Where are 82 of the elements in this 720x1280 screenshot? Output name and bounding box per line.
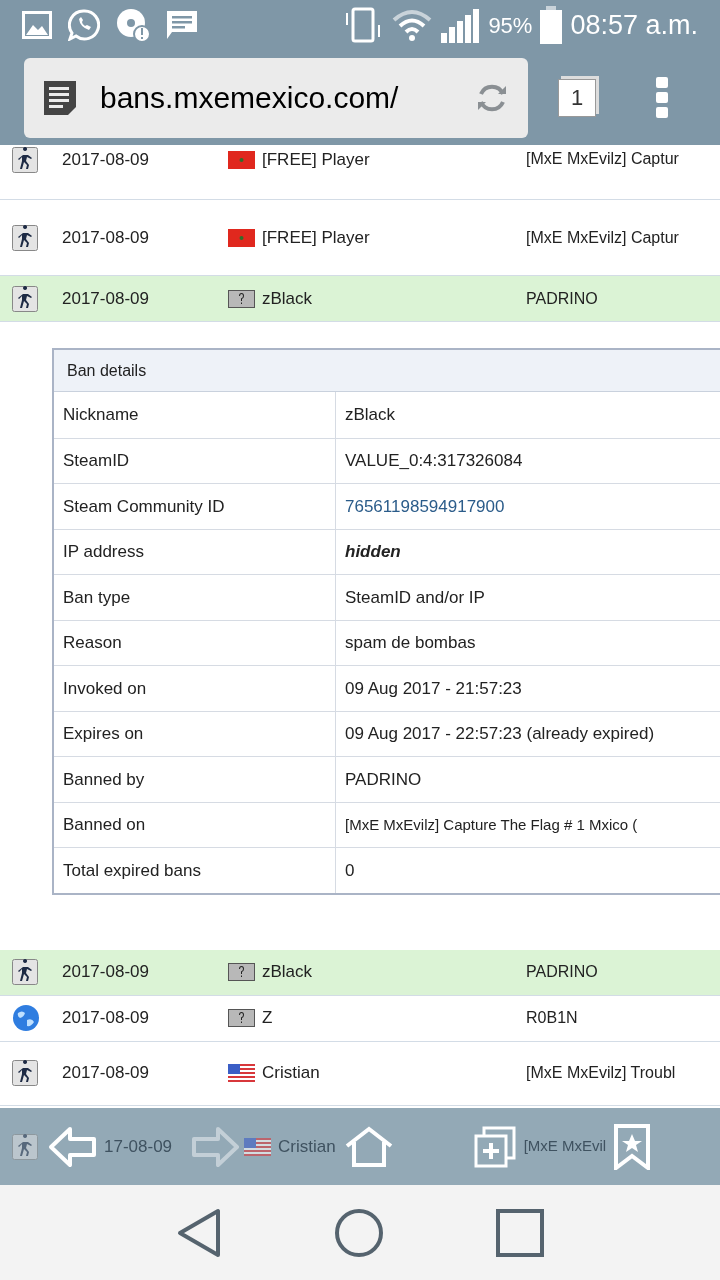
detail-value: hidden bbox=[345, 541, 401, 563]
unknown-flag-icon bbox=[228, 1009, 255, 1027]
admin-name: PADRINO bbox=[526, 962, 598, 982]
detail-label: Banned by bbox=[63, 768, 145, 791]
detail-label: Reason bbox=[63, 632, 122, 654]
signal-icon bbox=[440, 7, 481, 43]
tab-count-button[interactable]: 1 bbox=[558, 78, 596, 117]
battery-icon bbox=[540, 6, 563, 44]
detail-label: Invoked on bbox=[63, 677, 147, 700]
admin-name: [MxE MxEvilz] Captur bbox=[526, 149, 679, 169]
detail-label: SteamID bbox=[63, 450, 130, 472]
menu-icon[interactable] bbox=[656, 76, 668, 119]
battery-percent: 95% bbox=[488, 11, 533, 40]
player-name: zBlack bbox=[262, 287, 313, 310]
ban-row[interactable]: 2017-08-09 [FREE] Player [MxE MxEvilz] Captur bbox=[0, 145, 720, 200]
clock-time: 08:57 a.m. bbox=[570, 8, 698, 42]
running-figure-icon bbox=[12, 1133, 38, 1160]
player-name: [FREE] Player bbox=[262, 226, 370, 249]
flag-icon bbox=[228, 150, 255, 169]
detail-value: zBlack bbox=[345, 404, 396, 426]
url-text: bans.mxemexico.com/ bbox=[100, 80, 399, 116]
running-figure-icon bbox=[12, 959, 38, 985]
wifi-icon bbox=[392, 8, 433, 42]
detail-link[interactable]: 76561198594917900 bbox=[345, 493, 505, 519]
admin-name: PADRINO bbox=[526, 288, 598, 309]
detail-value: PADRINO bbox=[345, 768, 422, 791]
panel-title: Ban details bbox=[67, 360, 147, 381]
back-arrow-icon[interactable] bbox=[48, 1125, 98, 1168]
flag-icon bbox=[228, 228, 255, 247]
detail-value: 09 Aug 2017 - 22:57:23 (already expired) bbox=[345, 723, 655, 745]
detail-value: VALUE_0:4:317326084 bbox=[345, 450, 523, 472]
running-figure-icon bbox=[12, 147, 38, 173]
admin-name: R0B1N bbox=[526, 1008, 578, 1028]
detail-label: IP address bbox=[63, 541, 144, 563]
ban-date: 2017-08-09 bbox=[62, 287, 150, 310]
running-figure-icon bbox=[12, 285, 38, 312]
bookmark-star-icon[interactable] bbox=[614, 1123, 651, 1170]
ban-date: 2017-08-09 bbox=[62, 1007, 150, 1030]
detail-label: Ban type bbox=[63, 586, 131, 609]
detail-value: SteamID and/or IP bbox=[345, 586, 485, 609]
running-figure-icon bbox=[12, 1060, 38, 1086]
address-bar[interactable]: bans.mxemexico.com/ bbox=[24, 57, 528, 138]
detail-label: Total expired bans bbox=[63, 859, 201, 882]
globe-icon bbox=[12, 1004, 40, 1032]
chat-bubble-icon bbox=[68, 9, 100, 41]
detail-label: Steam Community ID bbox=[63, 495, 225, 518]
player-name: Z bbox=[262, 1007, 273, 1030]
page-icon bbox=[44, 80, 76, 115]
ban-date: 2017-08-09 bbox=[62, 961, 150, 984]
detail-value: 0 bbox=[345, 859, 355, 882]
unknown-flag-icon bbox=[228, 289, 255, 308]
nav-recents-icon[interactable] bbox=[496, 1208, 544, 1257]
image-icon bbox=[22, 11, 52, 39]
detail-value: 09 Aug 2017 - 21:57:23 bbox=[345, 677, 522, 700]
admin-name: [MxE MxEvilz] Captur bbox=[526, 227, 679, 248]
ban-date: 2017-08-09 bbox=[62, 1062, 150, 1085]
detail-label: Banned on bbox=[63, 814, 146, 836]
player-name: Cristian bbox=[278, 1135, 336, 1158]
detail-value: [MxE MxEvilz] Capture The Flag # 1 Mxico ( bbox=[345, 814, 638, 835]
player-name: [FREE] Player bbox=[262, 149, 370, 171]
detail-value: spam de bombas bbox=[345, 632, 476, 654]
flag-icon bbox=[244, 1137, 271, 1156]
unknown-flag-icon bbox=[228, 963, 255, 981]
player-name: zBlack bbox=[262, 961, 313, 984]
admin-name: [MxE MxEvil bbox=[523, 1136, 607, 1157]
disc-alert-icon bbox=[116, 8, 150, 42]
ban-date: 2017-08-09 bbox=[62, 149, 150, 171]
ban-date: 17-08-09 bbox=[104, 1135, 174, 1158]
detail-label: Nickname bbox=[63, 404, 139, 426]
player-name: Cristian bbox=[262, 1062, 320, 1085]
admin-name: [MxE MxEvilz] Troubl bbox=[526, 1063, 676, 1083]
ban-row[interactable]: 2017-08-09 zBlack PADRINO bbox=[0, 949, 720, 996]
home-icon[interactable] bbox=[343, 1125, 394, 1168]
ban-date: 2017-08-09 bbox=[62, 226, 150, 249]
ban-row[interactable]: 2017-08-09 zBlack PADRINO bbox=[0, 276, 720, 322]
running-figure-icon bbox=[12, 224, 38, 251]
flag-icon bbox=[228, 1064, 255, 1082]
detail-label: Expires on bbox=[63, 723, 144, 745]
nav-home-icon[interactable] bbox=[334, 1207, 384, 1258]
nav-back-icon[interactable] bbox=[176, 1207, 222, 1258]
message-icon bbox=[166, 10, 198, 40]
add-tab-icon[interactable] bbox=[473, 1125, 516, 1168]
